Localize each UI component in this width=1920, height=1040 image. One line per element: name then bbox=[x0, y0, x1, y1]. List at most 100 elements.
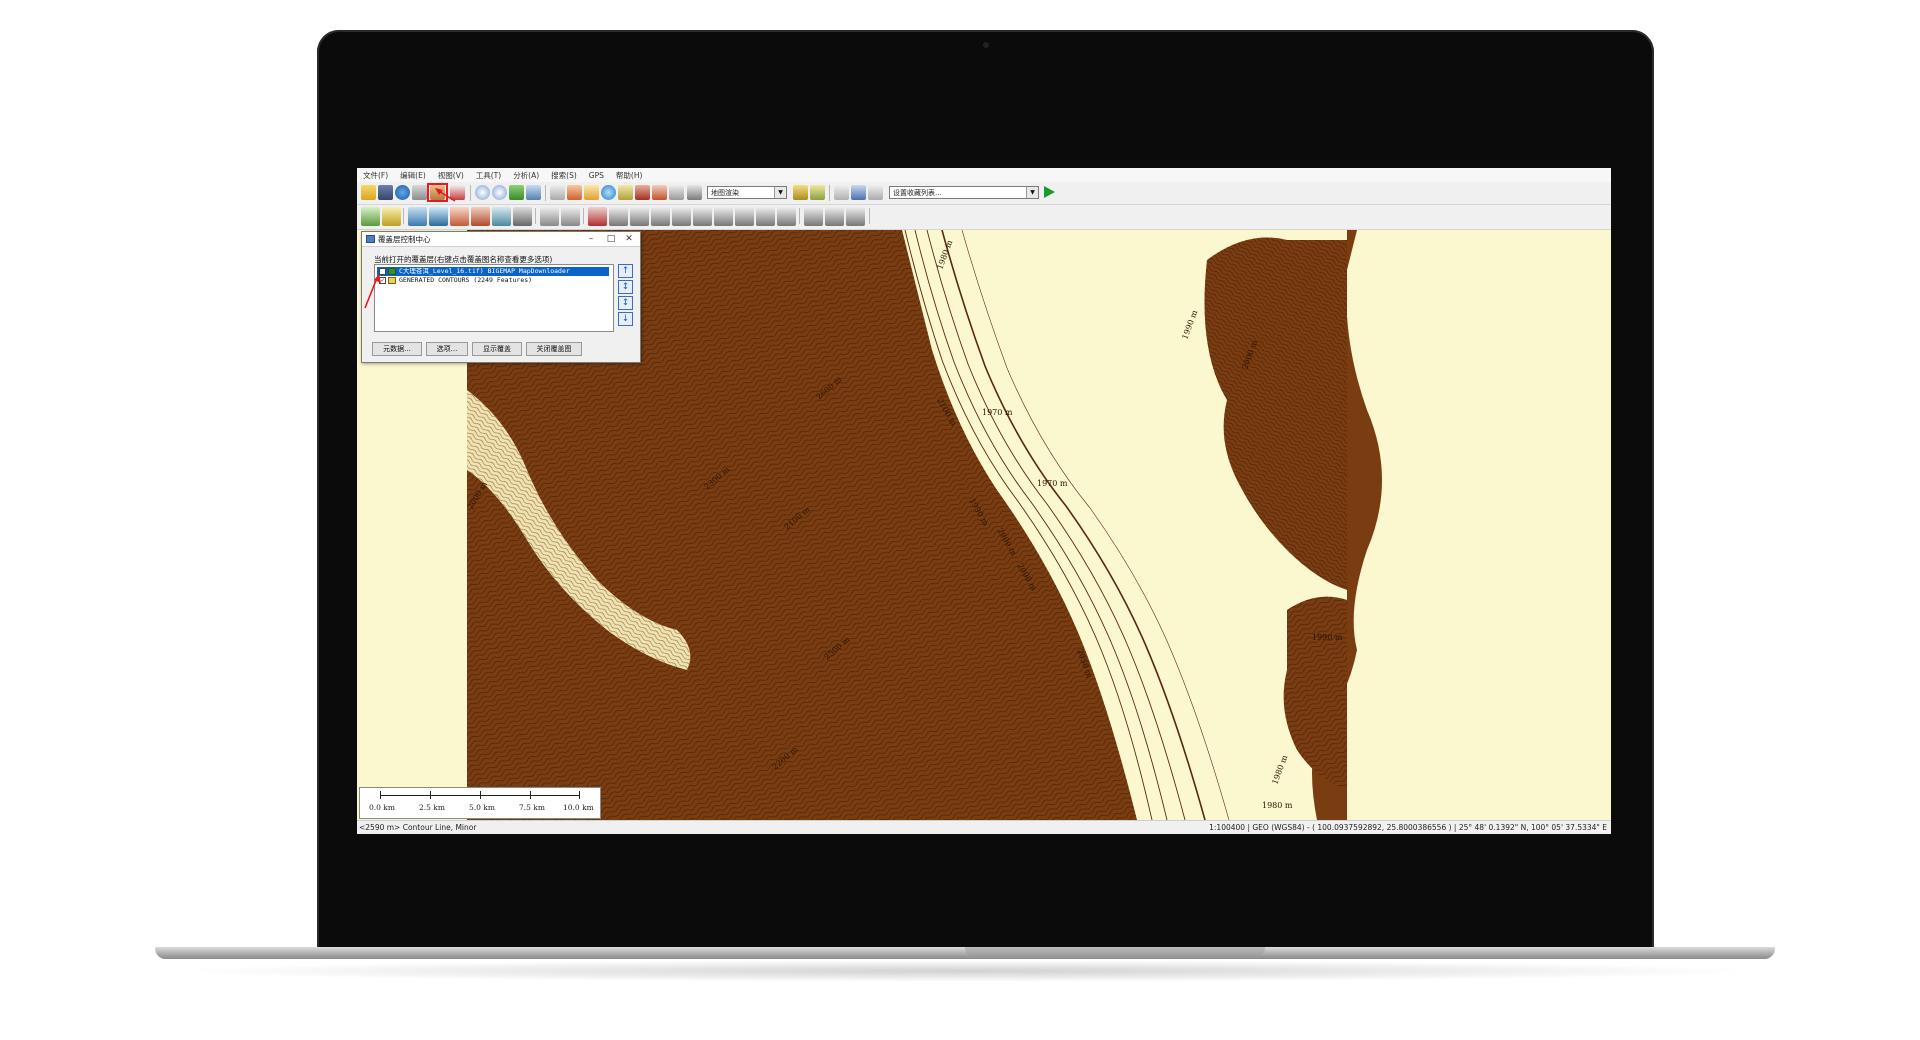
terrain-tool-2-icon[interactable] bbox=[651, 207, 670, 226]
terrain-tool-6-icon[interactable] bbox=[735, 207, 754, 226]
status-feature: <2590 m> Contour Line, Minor bbox=[359, 823, 477, 832]
status-bar: <2590 m> Contour Line, Minor 1:100400 | … bbox=[357, 820, 1611, 834]
line-tool-icon[interactable] bbox=[382, 207, 401, 226]
info-icon[interactable] bbox=[601, 185, 616, 200]
point-tool-icon[interactable] bbox=[408, 207, 427, 226]
app-window: 文件(F) 编辑(E) 视图(V) 工具(T) 分析(A) 搜索(S) GPS … bbox=[357, 168, 1611, 834]
laptop-shadow bbox=[165, 960, 1765, 982]
edit-tool-icon[interactable] bbox=[429, 207, 448, 226]
favorites-value: 设置收藏列表... bbox=[893, 189, 942, 197]
layer-settings-icon[interactable] bbox=[810, 185, 825, 200]
show-overlay-button[interactable]: 显示覆盖 bbox=[472, 342, 522, 356]
digitizer-toolbar bbox=[357, 205, 1611, 230]
options-button[interactable]: 选项... bbox=[426, 342, 468, 356]
save-icon[interactable] bbox=[378, 185, 393, 200]
dialog-title: 覆盖层控制中心 bbox=[378, 235, 431, 244]
zoom-out-icon[interactable] bbox=[492, 185, 507, 200]
menu-gps[interactable]: GPS bbox=[583, 171, 610, 180]
dropdown-tool-icon[interactable] bbox=[669, 185, 684, 200]
globe-icon[interactable] bbox=[395, 185, 410, 200]
layer-row[interactable]: C大理苍洱_Level_16.tif) BIGEMAP MapDownloade… bbox=[377, 267, 609, 276]
menu-tools[interactable]: 工具(T) bbox=[470, 170, 507, 181]
split-tool-icon[interactable] bbox=[450, 207, 469, 226]
chevron-down-icon[interactable]: ▼ bbox=[774, 187, 786, 198]
scale-bar: 0.0 km 2.5 km 5.0 km 7.5 km 10.0 km bbox=[359, 787, 601, 819]
undo-tool-2-icon[interactable] bbox=[825, 207, 844, 226]
menu-analysis[interactable]: 分析(A) bbox=[507, 170, 545, 181]
scale-label: 10.0 km bbox=[563, 803, 594, 812]
close-icon[interactable]: ✕ bbox=[620, 233, 638, 245]
menu-search[interactable]: 搜索(S) bbox=[545, 170, 583, 181]
chevron-down-icon[interactable]: ▼ bbox=[1026, 187, 1038, 198]
scale-label: 5.0 km bbox=[469, 803, 495, 812]
scale-tick bbox=[530, 791, 531, 799]
terrain-tool-5-icon[interactable] bbox=[714, 207, 733, 226]
overlay-control-dialog: 覆盖层控制中心 – □ ✕ 当前打开的覆盖层(右键点击覆盖图名称查看更多选项) … bbox=[361, 231, 641, 363]
area-tool-icon[interactable] bbox=[361, 207, 380, 226]
rotate-tool-icon[interactable] bbox=[492, 207, 511, 226]
undo-tool-1-icon[interactable] bbox=[804, 207, 823, 226]
layer-checkbox[interactable] bbox=[379, 268, 386, 275]
merge-tool-icon[interactable] bbox=[471, 207, 490, 226]
favorites-select[interactable]: 设置收藏列表... ▼ bbox=[889, 186, 1039, 199]
up-icon[interactable] bbox=[834, 185, 849, 200]
window-icon[interactable] bbox=[851, 185, 866, 200]
open-folder-icon[interactable] bbox=[361, 185, 376, 200]
layer-order-buttons: ↑ ↕ ↕ ↓ bbox=[616, 264, 636, 330]
scale-tick bbox=[579, 791, 580, 799]
terrain-tool-7-icon[interactable] bbox=[756, 207, 775, 226]
undo-tool-3-icon[interactable] bbox=[846, 207, 865, 226]
zoom-in-icon[interactable] bbox=[475, 185, 490, 200]
draw-icon[interactable] bbox=[618, 185, 633, 200]
minimize-icon[interactable]: – bbox=[582, 233, 600, 245]
grid-tool-icon[interactable] bbox=[513, 207, 532, 226]
menu-help[interactable]: 帮助(H) bbox=[610, 170, 649, 181]
menu-file[interactable]: 文件(F) bbox=[357, 170, 394, 181]
terrain-tool-4-icon[interactable] bbox=[693, 207, 712, 226]
contour-label: 1990 m bbox=[1180, 309, 1199, 341]
toolbar-separator bbox=[869, 208, 870, 224]
select-arrow-icon[interactable] bbox=[550, 185, 565, 200]
measure-icon[interactable] bbox=[584, 185, 599, 200]
metadata-button[interactable]: 元数据... bbox=[372, 342, 422, 356]
binoculars-icon[interactable] bbox=[687, 185, 702, 200]
print-icon[interactable] bbox=[412, 185, 427, 200]
map-style-select[interactable]: 地图渲染 ▼ bbox=[707, 186, 787, 199]
toolbar-separator bbox=[829, 185, 830, 201]
map-style-value: 地图渲染 bbox=[711, 189, 739, 197]
terrain-tool-1-icon[interactable] bbox=[630, 207, 649, 226]
vertex-tool-icon[interactable] bbox=[540, 207, 559, 226]
pan-hand-icon[interactable] bbox=[567, 185, 582, 200]
profile-tool-icon[interactable] bbox=[609, 207, 628, 226]
terrain-tool-3-icon[interactable] bbox=[672, 207, 691, 226]
layer-list[interactable]: C大理苍洱_Level_16.tif) BIGEMAP MapDownloade… bbox=[374, 264, 614, 332]
home-icon[interactable] bbox=[526, 185, 541, 200]
digitize-icon[interactable] bbox=[652, 185, 667, 200]
scale-label: 0.0 km bbox=[369, 803, 395, 812]
move-up-button[interactable]: ↕ bbox=[618, 280, 633, 294]
layer-checkbox[interactable]: ✓ bbox=[379, 277, 386, 284]
contour-label: 1990 m bbox=[1312, 633, 1343, 642]
terrain-tool-8-icon[interactable] bbox=[777, 207, 796, 226]
move-bottom-button[interactable]: ↓ bbox=[618, 312, 633, 326]
full-extent-icon[interactable] bbox=[509, 185, 524, 200]
dialog-titlebar[interactable]: 覆盖层控制中心 – □ ✕ bbox=[362, 232, 640, 247]
status-scale: 1:100400 bbox=[1209, 823, 1246, 832]
sparkle-tool-icon[interactable] bbox=[868, 185, 883, 200]
style-settings-icon[interactable] bbox=[793, 185, 808, 200]
menu-edit[interactable]: 编辑(E) bbox=[394, 170, 432, 181]
menu-view[interactable]: 视图(V) bbox=[432, 170, 470, 181]
close-overlay-button[interactable]: 关闭覆盖图 bbox=[526, 342, 582, 356]
move-vertex-icon[interactable] bbox=[561, 207, 580, 226]
laptop-base-notch bbox=[965, 947, 1265, 956]
tools-icon[interactable] bbox=[450, 185, 465, 200]
move-down-button[interactable]: ↕ bbox=[618, 296, 633, 310]
maximize-icon[interactable]: □ bbox=[602, 233, 620, 245]
overlay-control-highlight bbox=[427, 183, 448, 202]
go-arrow-icon[interactable] bbox=[1044, 186, 1055, 198]
trace-tool-icon[interactable] bbox=[588, 207, 607, 226]
layer-row[interactable]: ✓ GENERATED CONTOURS (2249 Features) bbox=[377, 276, 609, 285]
move-top-button[interactable]: ↑ bbox=[618, 264, 633, 278]
scale-label: 2.5 km bbox=[419, 803, 445, 812]
feature-icon[interactable] bbox=[635, 185, 650, 200]
